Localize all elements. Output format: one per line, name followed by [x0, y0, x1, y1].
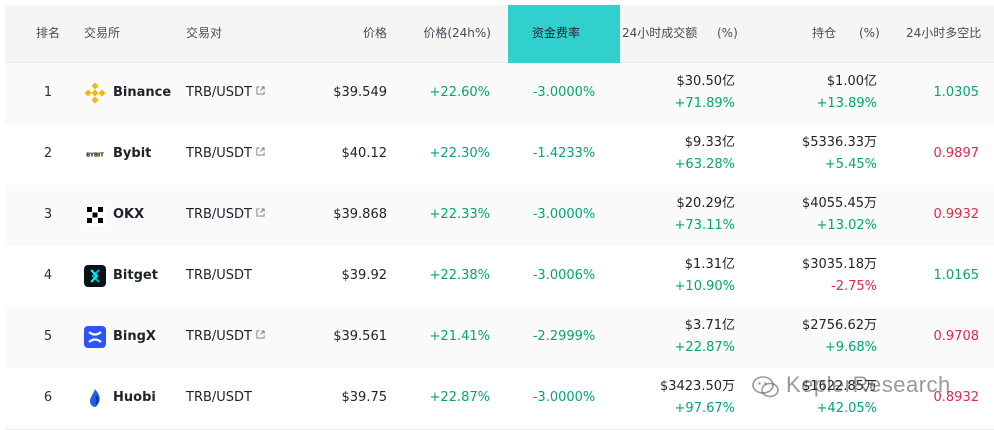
- price-cell: $39.868: [333, 207, 387, 222]
- external-link-icon[interactable]: [256, 208, 265, 217]
- long-short-ratio-cell: 1.0165: [933, 268, 980, 283]
- rank-cell: 6: [43, 390, 53, 405]
- open-interest-value: $1.00亿: [826, 74, 877, 89]
- header-price-change[interactable]: 价格(24h%): [423, 24, 491, 42]
- funding-rate-cell: -1.4233%: [532, 146, 596, 161]
- header-pair[interactable]: 交易对: [186, 24, 222, 42]
- open-interest-change: +13.02%: [816, 218, 877, 233]
- open-interest-change: -2.75%: [831, 279, 877, 294]
- pair-cell[interactable]: TRB/USDT: [186, 206, 265, 224]
- bingx-logo-icon: [84, 326, 106, 348]
- volume-change: +73.11%: [674, 218, 735, 233]
- price-change-cell: +22.38%: [429, 268, 490, 283]
- header-long-short[interactable]: 24小时多空比: [906, 24, 981, 42]
- pair-label[interactable]: TRB/USDT: [186, 390, 252, 405]
- pair-cell[interactable]: TRB/USDT: [186, 267, 252, 285]
- open-interest-value: $5336.33万: [801, 135, 877, 150]
- price-change-cell: +22.30%: [429, 146, 490, 161]
- price-change-cell: +22.87%: [429, 390, 490, 405]
- long-short-ratio-cell: 0.9708: [933, 329, 980, 344]
- price-cell: $39.75: [341, 390, 388, 405]
- funding-rate-cell: -3.0000%: [532, 85, 596, 100]
- exchange-name[interactable]: Bitget: [113, 267, 158, 285]
- svg-text:BYBIT: BYBIT: [86, 153, 104, 159]
- price-change-cell: +22.60%: [429, 85, 490, 100]
- pair-label[interactable]: TRB/USDT: [186, 268, 252, 283]
- bybit-logo-icon: BYBIT: [84, 143, 106, 165]
- exchange-name[interactable]: Huobi: [113, 389, 156, 407]
- table-header: [5, 5, 994, 63]
- price-change-cell: +21.41%: [429, 329, 490, 344]
- pair-cell[interactable]: TRB/USDT: [186, 328, 265, 346]
- long-short-ratio-cell: 0.9897: [933, 146, 980, 161]
- pair-cell[interactable]: TRB/USDT: [186, 389, 252, 407]
- volume-change: +71.89%: [674, 96, 735, 111]
- open-interest-change: +9.68%: [824, 340, 877, 355]
- open-interest-change: +13.89%: [816, 96, 877, 111]
- funding-rate-cell: -3.0006%: [532, 268, 596, 283]
- volume-value: $30.50亿: [676, 74, 736, 89]
- volume-change: +97.67%: [674, 401, 735, 416]
- watermark-text: KeplerResearch: [786, 372, 951, 397]
- huobi-logo-icon: [84, 387, 106, 409]
- pair-cell[interactable]: TRB/USDT: [186, 145, 265, 163]
- header-rank[interactable]: 排名: [36, 24, 60, 42]
- wechat-icon: [752, 376, 779, 398]
- long-short-ratio-cell: 1.0305: [933, 85, 980, 100]
- rank-cell: 1: [43, 85, 53, 100]
- open-interest-value: $2756.62万: [801, 318, 877, 333]
- rank-cell: 3: [43, 207, 53, 222]
- pair-label[interactable]: TRB/USDT: [186, 207, 252, 222]
- price-cell: $39.561: [333, 329, 387, 344]
- price-cell: $40.12: [341, 146, 388, 161]
- rank-cell: 5: [43, 329, 53, 344]
- funding-rate-cell: -3.0000%: [532, 207, 596, 222]
- external-link-icon[interactable]: [256, 86, 265, 95]
- volume-value: $1.31亿: [684, 257, 735, 272]
- exchange-name[interactable]: Bybit: [113, 145, 151, 163]
- external-link-icon[interactable]: [256, 147, 265, 156]
- pair-label[interactable]: TRB/USDT: [186, 329, 252, 344]
- volume-change: +63.28%: [674, 157, 735, 172]
- volume-change: +22.87%: [674, 340, 735, 355]
- header-exchange[interactable]: 交易所: [84, 24, 120, 42]
- funding-rate-cell: -2.2999%: [532, 329, 596, 344]
- header-price[interactable]: 价格: [363, 24, 387, 42]
- header-open-interest[interactable]: 持仓: [812, 24, 836, 42]
- external-link-icon[interactable]: [256, 330, 265, 339]
- price-change-cell: +22.33%: [429, 207, 490, 222]
- okx-logo-icon: [84, 204, 106, 226]
- rank-cell: 2: [43, 146, 53, 161]
- header-funding-rate[interactable]: 资金费率: [532, 24, 580, 42]
- header-volume-pct[interactable]: (%): [717, 24, 738, 42]
- exchange-name[interactable]: BingX: [113, 328, 156, 346]
- exchange-name[interactable]: Binance: [113, 84, 171, 102]
- volume-change: +10.90%: [674, 279, 735, 294]
- header-volume[interactable]: 24小时成交额: [622, 24, 697, 42]
- volume-value: $9.33亿: [684, 135, 735, 150]
- header-oi-pct[interactable]: (%): [859, 24, 880, 42]
- open-interest-value: $3035.18万: [801, 257, 877, 272]
- binance-logo-icon: [84, 82, 106, 104]
- volume-value: $3423.50万: [659, 379, 735, 394]
- pair-label[interactable]: TRB/USDT: [186, 146, 252, 161]
- pair-cell[interactable]: TRB/USDT: [186, 84, 265, 102]
- volume-value: $3.71亿: [684, 318, 735, 333]
- open-interest-value: $4055.45万: [801, 196, 877, 211]
- bitget-logo-icon: [84, 265, 106, 287]
- funding-rate-cell: -3.0000%: [532, 390, 596, 405]
- price-cell: $39.92: [341, 268, 388, 283]
- rank-cell: 4: [43, 268, 53, 283]
- long-short-ratio-cell: 0.9932: [933, 207, 980, 222]
- price-cell: $39.549: [333, 85, 387, 100]
- open-interest-change: +42.05%: [816, 401, 877, 416]
- open-interest-change: +5.45%: [824, 157, 877, 172]
- volume-value: $20.29亿: [676, 196, 736, 211]
- exchange-name[interactable]: OKX: [113, 206, 144, 224]
- pair-label[interactable]: TRB/USDT: [186, 85, 252, 100]
